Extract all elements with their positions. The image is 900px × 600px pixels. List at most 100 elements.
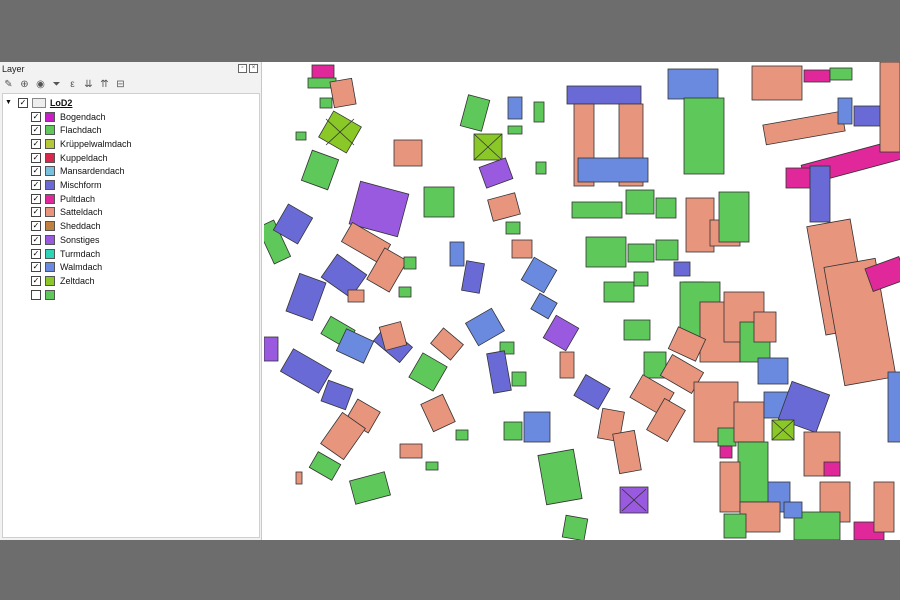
building-footprint — [308, 451, 342, 481]
building-footprint — [408, 352, 448, 392]
collapse-all-icon[interactable]: ⇈ — [98, 78, 111, 91]
legend-item[interactable]: ✓ Mischform — [31, 179, 102, 192]
building-footprint — [809, 165, 831, 223]
building-footprint — [420, 393, 456, 433]
legend-checkbox[interactable]: ✓ — [31, 138, 41, 149]
building-footprint — [535, 161, 547, 175]
legend-swatch — [45, 125, 55, 136]
legend-checkbox[interactable] — [31, 289, 41, 300]
building-footprint — [263, 336, 279, 362]
building-footprint — [559, 351, 575, 379]
building-footprint — [459, 94, 491, 132]
expression-filter-icon[interactable]: ε — [66, 78, 79, 91]
legend-checkbox[interactable]: ✓ — [31, 275, 41, 286]
building-footprint — [507, 96, 523, 120]
building-footprint — [285, 272, 327, 322]
building-footprint — [633, 271, 649, 287]
building-footprint — [625, 189, 655, 215]
legend-label: Turmdach — [60, 248, 101, 259]
style-icon[interactable]: ✎ — [2, 78, 15, 91]
legend-checkbox[interactable]: ✓ — [31, 180, 41, 190]
legend-item[interactable]: ✓ Mansardendach — [31, 165, 125, 178]
legend-label: Sonstiges — [60, 234, 100, 245]
building-footprint — [837, 97, 853, 125]
building-footprint — [530, 292, 558, 320]
legend-checkbox[interactable]: ✓ — [31, 166, 41, 177]
legend-checkbox[interactable]: ✓ — [31, 262, 41, 273]
building-footprint — [487, 192, 521, 222]
legend-checkbox[interactable]: ✓ — [31, 234, 41, 245]
expand-all-icon[interactable]: ⇊ — [82, 78, 95, 91]
legend-swatch — [45, 207, 55, 218]
legend-item[interactable]: ✓ Sheddach — [31, 220, 101, 233]
legend-item[interactable]: ✓ Pultdach — [31, 192, 95, 205]
building-footprint — [478, 157, 514, 189]
building-footprint — [393, 139, 423, 167]
legend-item[interactable]: ✓ Zeltdach — [31, 274, 95, 287]
layer-group-lod2[interactable]: ▼ ✓ LoD2 — [5, 96, 72, 109]
legend-item[interactable]: ✓ Krüppelwalmdach — [31, 137, 132, 150]
legend-label: Sheddach — [60, 221, 101, 232]
legend-checkbox[interactable]: ✓ — [31, 221, 41, 232]
building-footprint — [505, 221, 521, 235]
building-footprint — [425, 461, 439, 471]
legend-item[interactable]: ✓ Sonstiges — [31, 233, 100, 246]
layers-toolbar: ✎ ⊕ ◉ ⏷ ε ⇊ ⇈ ⊟ — [2, 76, 127, 92]
legend-item[interactable] — [31, 288, 60, 301]
remove-layer-icon[interactable]: ⊟ — [114, 78, 127, 91]
building-footprint — [783, 501, 803, 519]
add-group-icon[interactable]: ⊕ — [18, 78, 31, 91]
float-icon[interactable]: ▫ — [238, 64, 247, 73]
visibility-icon[interactable]: ◉ — [34, 78, 47, 91]
building-footprint — [673, 261, 691, 277]
map-canvas[interactable] — [256, 62, 900, 540]
legend-item[interactable]: ✓ Walmdach — [31, 261, 102, 274]
legend-checkbox[interactable]: ✓ — [31, 125, 41, 136]
legend-item[interactable]: ✓ Turmdach — [31, 247, 100, 260]
legend-swatch — [45, 138, 55, 149]
building-footprint — [873, 481, 895, 533]
building-footprint — [603, 281, 635, 303]
building-footprint — [461, 260, 485, 294]
legend-checkbox[interactable]: ✓ — [31, 248, 41, 259]
building-footprint — [667, 68, 719, 100]
building-footprint — [295, 471, 303, 485]
legend-item[interactable]: ✓ Kuppeldach — [31, 151, 108, 164]
legend-swatch — [45, 166, 55, 177]
chevron-down-icon[interactable]: ▼ — [5, 99, 12, 106]
building-footprint — [423, 186, 455, 218]
layer-tree: ▼ ✓ LoD2 ✓ Bogendach ✓ Flachdach ✓ Krüppelwal… — [2, 93, 260, 538]
building-footprint — [398, 286, 412, 298]
qgis-window: Layer ▫ × ✎ ⊕ ◉ ⏷ ε ⇊ ⇈ ⊟ ▼ ✓ LoD2 ✓ Boge… — [0, 62, 900, 540]
legend-label: Walmdach — [60, 262, 103, 273]
building-footprint — [585, 236, 627, 268]
filter-icon[interactable]: ⏷ — [50, 78, 63, 91]
legend-swatch — [45, 262, 55, 273]
building-footprint — [733, 401, 765, 443]
close-icon[interactable]: × — [249, 64, 258, 73]
legend-swatch — [45, 180, 55, 190]
building-footprint — [295, 131, 307, 141]
legend-swatch — [45, 111, 55, 122]
building-footprint — [823, 461, 841, 477]
building-footprint — [655, 239, 679, 261]
legend-checkbox[interactable]: ✓ — [31, 193, 41, 204]
legend-item[interactable]: ✓ Bogendach — [31, 110, 106, 123]
building-footprint — [320, 379, 354, 411]
group-checkbox[interactable]: ✓ — [17, 97, 28, 108]
legend-checkbox[interactable]: ✓ — [31, 111, 41, 122]
building-footprint — [737, 441, 769, 503]
legend-checkbox[interactable]: ✓ — [31, 152, 41, 163]
building-footprint — [757, 357, 789, 385]
legend-label: Krüppelwalmdach — [60, 138, 132, 149]
building-footprint — [723, 513, 747, 539]
group-label: LoD2 — [49, 97, 73, 108]
legend-item[interactable]: ✓ Flachdach — [31, 124, 102, 137]
building-footprint — [455, 429, 469, 441]
legend-label: Bogendach — [60, 111, 106, 122]
legend-checkbox[interactable]: ✓ — [31, 207, 41, 218]
legend-label: Kuppeldach — [60, 152, 108, 163]
building-footprint — [655, 197, 677, 219]
building-footprint — [503, 421, 523, 441]
legend-item[interactable]: ✓ Satteldach — [31, 206, 103, 219]
